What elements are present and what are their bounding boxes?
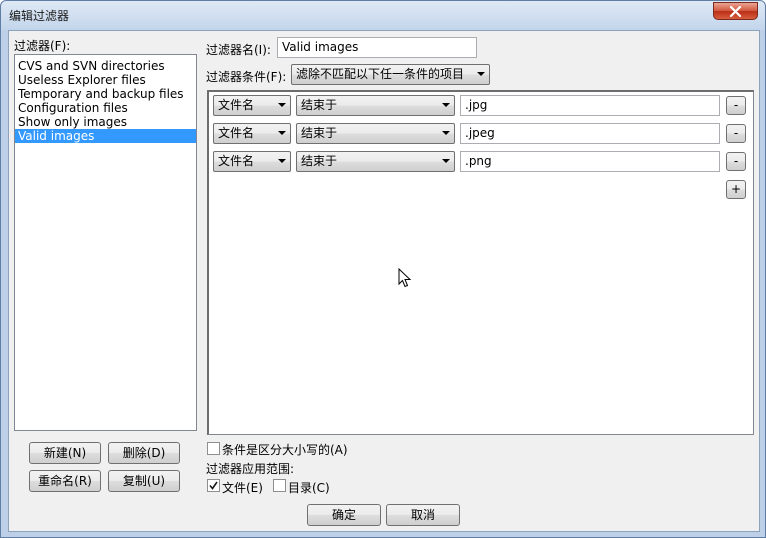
condition-operator-value: 结束于 [301,126,338,140]
chevron-down-icon [278,159,286,163]
filter-list[interactable]: CVS and SVN directories Useless Explorer… [14,54,197,431]
condition-field-select[interactable]: 文件名 [213,151,291,172]
condition-operator-select[interactable]: 结束于 [296,151,455,172]
title-bar[interactable]: 编辑过滤器 [1,1,765,29]
copy-button[interactable]: 复制(U) [108,470,180,492]
condition-field-value: 文件名 [218,98,255,112]
filter-list-item[interactable]: CVS and SVN directories [15,59,196,73]
chevron-down-icon [442,159,450,163]
cancel-button[interactable]: 取消 [386,504,460,526]
filter-list-item[interactable]: Configuration files [15,101,196,115]
close-icon [729,6,742,17]
filter-list-item[interactable]: Temporary and backup files [15,87,196,101]
filter-condition-label: 过滤器条件(F): [206,70,287,84]
add-condition-button[interactable]: + [726,180,746,199]
filter-name-label: 过滤器名(I): [206,43,271,57]
filter-name-input[interactable]: Valid images [277,37,477,58]
condition-value-input[interactable]: .jpeg [460,123,720,144]
edit-filter-dialog: 编辑过滤器 过滤器(F): CVS and SVN directories Us… [0,0,766,538]
chevron-down-icon [442,103,450,107]
window-title: 编辑过滤器 [9,9,70,23]
conditions-panel: 文件名 结束于 .jpg - 文件名 结束于 .jpeg - 文件名 结束于 .… [207,90,754,435]
filter-list-item-selected[interactable]: Valid images [15,129,196,143]
check-icon [209,481,218,490]
filter-condition-select[interactable]: 滤除不匹配以下任一条件的项目 [291,64,490,85]
case-sensitive-label: 条件是区分大小写的(A) [222,443,348,457]
condition-field-select[interactable]: 文件名 [213,123,291,144]
chevron-down-icon [442,131,450,135]
ok-button[interactable]: 确定 [307,504,381,526]
close-button[interactable] [713,2,758,20]
scope-files-checkbox[interactable] [207,479,220,492]
filter-list-item[interactable]: Show only images [15,115,196,129]
condition-operator-value: 结束于 [301,154,338,168]
chevron-down-icon [278,103,286,107]
scope-dirs-checkbox[interactable] [273,479,286,492]
rename-button[interactable]: 重命名(R) [29,470,101,492]
dialog-body: 过滤器(F): CVS and SVN directories Useless … [8,30,760,532]
scope-dirs-label: 目录(C) [288,481,330,495]
filter-list-item[interactable]: Useless Explorer files [15,73,196,87]
condition-field-select[interactable]: 文件名 [213,95,291,116]
condition-operator-select[interactable]: 结束于 [296,95,455,116]
mouse-cursor-icon [398,268,412,288]
condition-field-value: 文件名 [218,126,255,140]
case-sensitive-checkbox[interactable] [207,442,220,455]
chevron-down-icon [278,131,286,135]
remove-condition-button[interactable]: - [726,152,746,171]
scope-label: 过滤器应用范围: [206,462,295,476]
filter-condition-value: 滤除不匹配以下任一条件的项目 [296,67,465,81]
filters-label: 过滤器(F): [14,39,71,53]
condition-value-input[interactable]: .jpg [460,95,720,116]
delete-button[interactable]: 删除(D) [108,442,180,464]
remove-condition-button[interactable]: - [726,96,746,115]
condition-value-input[interactable]: .png [460,151,720,172]
chevron-down-icon [477,72,485,76]
new-button[interactable]: 新建(N) [29,442,101,464]
condition-field-value: 文件名 [218,154,255,168]
scope-files-label: 文件(E) [222,481,263,495]
remove-condition-button[interactable]: - [726,124,746,143]
condition-operator-value: 结束于 [301,98,338,112]
condition-operator-select[interactable]: 结束于 [296,123,455,144]
